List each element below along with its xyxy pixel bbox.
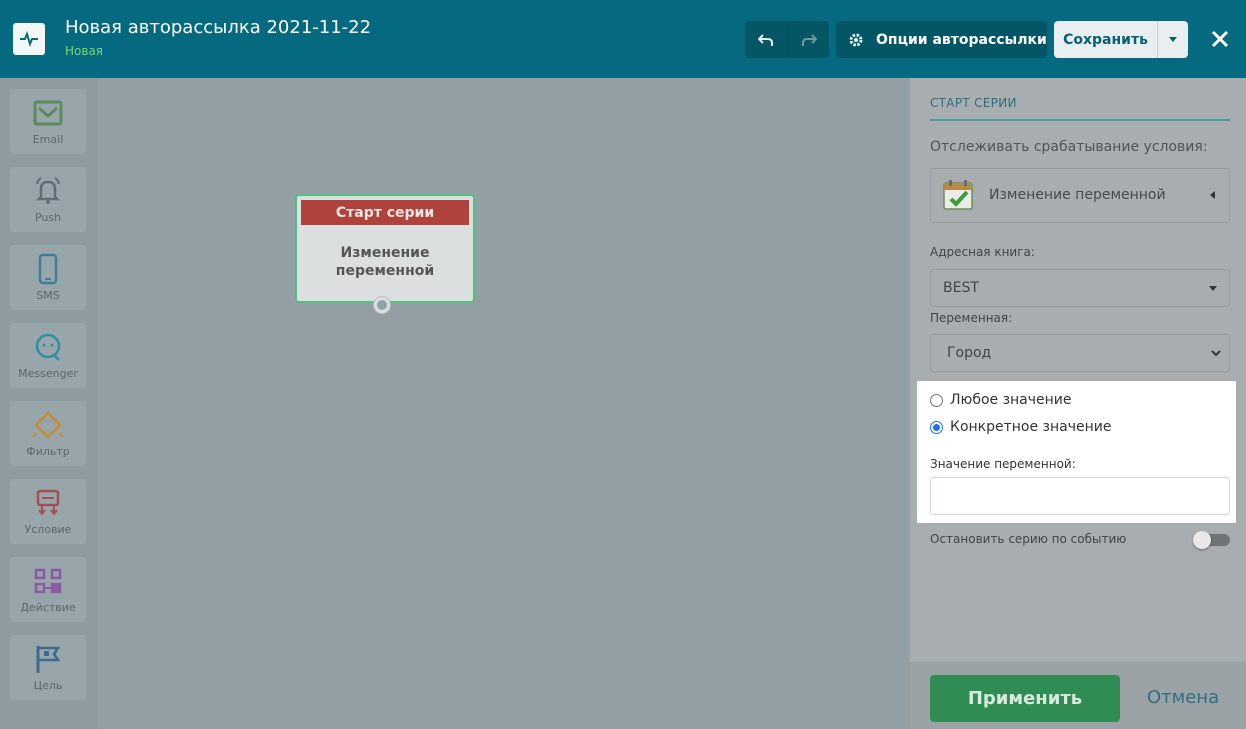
- palette-label: SMS: [36, 289, 60, 302]
- palette-label: Условие: [24, 523, 72, 536]
- palette-label: Email: [32, 133, 64, 146]
- redo-button[interactable]: [787, 21, 829, 58]
- bell-icon: [35, 177, 61, 204]
- node-body-line: переменной: [335, 263, 435, 279]
- palette-item-condition[interactable]: Условие: [10, 479, 86, 544]
- palette-label: Push: [34, 211, 62, 224]
- variable-value-input[interactable]: [930, 477, 1230, 515]
- options-label: Опции авторассылки: [876, 31, 1047, 48]
- close-button[interactable]: [1205, 24, 1235, 54]
- save-dropdown-button[interactable]: [1157, 21, 1188, 58]
- cancel-button[interactable]: Отмена: [1147, 687, 1219, 708]
- caret-down-icon: [1169, 37, 1177, 42]
- radio-any-value[interactable]: Любое значение: [930, 392, 1072, 408]
- palette-label: Фильтр: [26, 445, 70, 458]
- stop-series-toggle[interactable]: [1193, 531, 1230, 549]
- close-icon: [1211, 30, 1229, 48]
- radio-button[interactable]: [930, 393, 943, 407]
- radio-label: Любое значение: [950, 392, 1072, 408]
- palette-item-sms[interactable]: SMS: [10, 245, 86, 310]
- palette-label: Цель: [33, 679, 63, 692]
- action-icon: [34, 568, 62, 594]
- palette-item-action[interactable]: Действие: [10, 557, 86, 622]
- calendar-check-icon: [943, 180, 973, 210]
- node-header: Старт серии: [301, 200, 469, 225]
- palette-item-messenger[interactable]: Messenger: [10, 323, 86, 388]
- page-title: Новая авторассылка 2021-11-22: [65, 17, 372, 38]
- status-badge: Новая: [65, 44, 104, 58]
- address-book-label: Адресная книга:: [930, 245, 1035, 259]
- condition-select[interactable]: Изменение переменной: [930, 168, 1230, 223]
- palette-item-push[interactable]: Push: [10, 167, 86, 232]
- pulse-icon[interactable]: [13, 23, 45, 55]
- condition-icon: [36, 489, 60, 516]
- redo-icon: [801, 33, 817, 46]
- radio-button[interactable]: [930, 420, 943, 434]
- filter-icon: [32, 411, 64, 439]
- palette-item-filter[interactable]: Фильтр: [10, 401, 86, 466]
- node-body-line: Изменение: [340, 245, 430, 261]
- undo-button[interactable]: [745, 21, 787, 58]
- variable-value-label: Значение переменной:: [930, 457, 1076, 471]
- save-button[interactable]: Сохранить: [1054, 21, 1157, 58]
- node-output-port[interactable]: [373, 296, 391, 314]
- address-book-value: BEST: [943, 280, 979, 296]
- palette-item-email[interactable]: Email: [10, 89, 86, 154]
- flag-icon: [36, 646, 61, 673]
- condition-value: Изменение переменной: [989, 187, 1166, 203]
- start-series-node[interactable]: Старт серии Изменение переменной: [295, 194, 475, 314]
- panel-divider: [930, 119, 1230, 121]
- radio-label: Конкретное значение: [950, 419, 1112, 435]
- caret-left-icon: [1210, 191, 1215, 199]
- variable-label: Переменная:: [930, 311, 1013, 325]
- radio-specific-value[interactable]: Конкретное значение: [930, 419, 1111, 435]
- address-book-select[interactable]: BEST: [930, 269, 1230, 307]
- track-condition-label: Отслеживать срабатывание условия:: [930, 139, 1208, 155]
- workflow-canvas[interactable]: Старт серии Изменение переменной: [98, 78, 910, 729]
- node-body: Изменение переменной: [297, 244, 473, 280]
- phone-icon: [38, 253, 58, 285]
- panel-title: СТАРТ СЕРИИ: [930, 96, 1017, 110]
- palette-label: Действие: [20, 601, 76, 614]
- settings-panel: СТАРТ СЕРИИ Отслеживать срабатывание усл…: [910, 78, 1246, 729]
- envelope-icon: [33, 100, 63, 126]
- caret-down-icon: [1209, 286, 1217, 291]
- palette-label: Messenger: [18, 367, 78, 380]
- element-palette: Email Push SMS Messenger Фильтр Условие …: [0, 78, 98, 729]
- apply-button[interactable]: Применить: [930, 675, 1120, 722]
- value-options-section: Любое значение Конкретное значение Значе…: [917, 381, 1236, 523]
- chevron-down-icon: [1211, 350, 1221, 357]
- gear-icon: [849, 33, 863, 46]
- palette-item-goal[interactable]: Цель: [10, 635, 86, 700]
- top-bar: Новая авторассылка 2021-11-22 Новая Опци…: [0, 0, 1246, 78]
- panel-footer: Применить Отмена: [910, 662, 1246, 729]
- undo-icon: [758, 33, 773, 46]
- chat-icon: [35, 333, 61, 361]
- variable-select[interactable]: Город: [930, 334, 1230, 372]
- variable-value: Город: [947, 345, 992, 361]
- stop-series-label: Остановить серию по событию: [930, 532, 1127, 546]
- options-button[interactable]: Опции авторассылки: [836, 21, 1047, 58]
